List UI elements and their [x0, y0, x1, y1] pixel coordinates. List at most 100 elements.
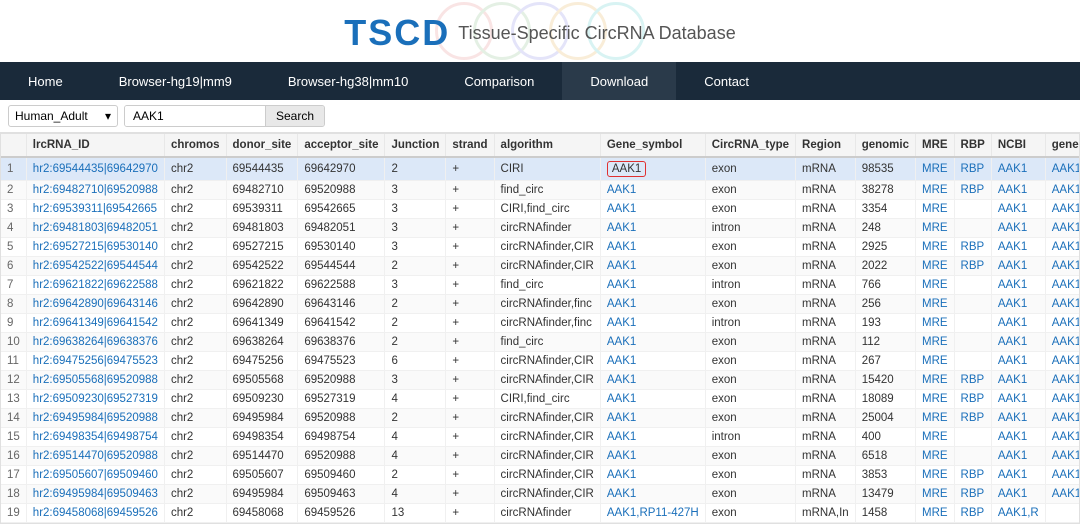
mre-link[interactable]: MRE	[915, 295, 954, 314]
circ-id[interactable]: hr2:69539311|69542665	[26, 200, 164, 219]
mre-link[interactable]: MRE	[915, 314, 954, 333]
circ-id[interactable]: hr2:69475256|69475523	[26, 352, 164, 371]
rbp-link[interactable]: RBP	[954, 390, 991, 409]
circ-id[interactable]: hr2:69527215|69530140	[26, 238, 164, 257]
rbp-link[interactable]: RBP	[954, 504, 991, 523]
genecards-link[interactable]: AAK1	[1045, 352, 1080, 371]
mre-link[interactable]: MRE	[915, 485, 954, 504]
circ-id[interactable]: hr2:69638264|69638376	[26, 333, 164, 352]
rbp-link[interactable]: RBP	[954, 409, 991, 428]
rbp-link[interactable]: RBP	[954, 181, 991, 200]
ncbi-link[interactable]: AAK1	[991, 157, 1045, 181]
ncbi-link[interactable]: AAK1	[991, 295, 1045, 314]
gene-symbol-link[interactable]: AAK1	[607, 222, 636, 234]
rbp-link[interactable]: RBP	[954, 257, 991, 276]
genecards-link[interactable]: AAK1	[1045, 157, 1080, 181]
rbp-link[interactable]: RBP	[954, 371, 991, 390]
gene-symbol[interactable]: AAK1	[600, 219, 705, 238]
gene-symbol[interactable]: AAK1	[600, 371, 705, 390]
ncbi-link[interactable]: AAK1,R	[991, 504, 1045, 523]
circ-id[interactable]: hr2:69509230|69527319	[26, 390, 164, 409]
rbp-link[interactable]	[954, 276, 991, 295]
rbp-link[interactable]	[954, 428, 991, 447]
mre-link[interactable]: MRE	[915, 466, 954, 485]
mre-link[interactable]: MRE	[915, 157, 954, 181]
ncbi-link[interactable]: AAK1	[991, 371, 1045, 390]
genecards-link[interactable]: AAK1	[1045, 238, 1080, 257]
gene-symbol-link[interactable]: AAK1	[607, 374, 636, 386]
gene-symbol-link[interactable]: AAK1	[607, 469, 636, 481]
gene-symbol-link[interactable]: AAK1	[607, 279, 636, 291]
gene-symbol-link[interactable]: AAK1	[607, 260, 636, 272]
gene-symbol-link[interactable]: AAK1	[607, 184, 636, 196]
gene-symbol[interactable]: AAK1	[600, 181, 705, 200]
circ-id[interactable]: hr2:69482710|69520988	[26, 181, 164, 200]
gene-symbol[interactable]: AAK1	[600, 257, 705, 276]
genecards-link[interactable]: AAK1	[1045, 295, 1080, 314]
ncbi-link[interactable]: AAK1	[991, 333, 1045, 352]
search-button[interactable]: Search	[265, 106, 324, 126]
mre-link[interactable]: MRE	[915, 333, 954, 352]
ncbi-link[interactable]: AAK1	[991, 447, 1045, 466]
mre-link[interactable]: MRE	[915, 409, 954, 428]
rbp-link[interactable]	[954, 333, 991, 352]
ncbi-link[interactable]: AAK1	[991, 409, 1045, 428]
mre-link[interactable]: MRE	[915, 428, 954, 447]
ncbi-link[interactable]: AAK1	[991, 200, 1045, 219]
mre-link[interactable]: MRE	[915, 276, 954, 295]
gene-symbol[interactable]: AAK1	[600, 276, 705, 295]
nav-download[interactable]: Download	[562, 62, 676, 100]
genecards-link[interactable]: AAK1	[1045, 447, 1080, 466]
circ-id[interactable]: hr2:69621822|69622588	[26, 276, 164, 295]
mre-link[interactable]: MRE	[915, 371, 954, 390]
circ-id[interactable]: hr2:69481803|69482051	[26, 219, 164, 238]
rbp-link[interactable]	[954, 314, 991, 333]
gene-symbol-link[interactable]: AAK1	[607, 355, 636, 367]
gene-symbol-link[interactable]: AAK1	[607, 336, 636, 348]
rbp-link[interactable]	[954, 200, 991, 219]
ncbi-link[interactable]: AAK1	[991, 238, 1045, 257]
gene-symbol-link[interactable]: AAK1,RP11-427H	[607, 507, 699, 519]
genecards-link[interactable]: AAK1	[1045, 390, 1080, 409]
gene-symbol[interactable]: AAK1	[600, 238, 705, 257]
search-input[interactable]	[125, 106, 265, 126]
circ-id[interactable]: hr2:69498354|69498754	[26, 428, 164, 447]
gene-symbol[interactable]: AAK1	[600, 466, 705, 485]
genecards-link[interactable]: AAK1	[1045, 409, 1080, 428]
ncbi-link[interactable]: AAK1	[991, 466, 1045, 485]
genecards-link[interactable]: AAK1	[1045, 333, 1080, 352]
gene-symbol-link[interactable]: AAK1	[607, 488, 636, 500]
rbp-link[interactable]	[954, 219, 991, 238]
gene-symbol-link[interactable]: AAK1	[607, 412, 636, 424]
genecards-link[interactable]: AAK1	[1045, 257, 1080, 276]
ncbi-link[interactable]: AAK1	[991, 181, 1045, 200]
gene-symbol-link[interactable]: AAK1	[607, 203, 636, 215]
rbp-link[interactable]	[954, 295, 991, 314]
ncbi-link[interactable]: AAK1	[991, 314, 1045, 333]
gene-symbol[interactable]: AAK1	[600, 295, 705, 314]
genecards-link[interactable]: AAK1	[1045, 466, 1080, 485]
ncbi-link[interactable]: AAK1	[991, 485, 1045, 504]
ncbi-link[interactable]: AAK1	[991, 257, 1045, 276]
ncbi-link[interactable]: AAK1	[991, 276, 1045, 295]
circ-id[interactable]: hr2:69495984|69509463	[26, 485, 164, 504]
nav-comparison[interactable]: Comparison	[436, 62, 562, 100]
gene-symbol[interactable]: AAK1	[600, 157, 705, 181]
ncbi-link[interactable]: AAK1	[991, 219, 1045, 238]
nav-home[interactable]: Home	[0, 62, 91, 100]
mre-link[interactable]: MRE	[915, 219, 954, 238]
genecards-link[interactable]	[1045, 504, 1080, 523]
gene-symbol-link[interactable]: AAK1	[607, 393, 636, 405]
genecards-link[interactable]: AAK1	[1045, 181, 1080, 200]
circ-id[interactable]: hr2:69458068|69459526	[26, 504, 164, 523]
circ-id[interactable]: hr2:69505607|69509460	[26, 466, 164, 485]
gene-symbol[interactable]: AAK1	[600, 390, 705, 409]
ncbi-link[interactable]: AAK1	[991, 428, 1045, 447]
mre-link[interactable]: MRE	[915, 238, 954, 257]
gene-symbol-link[interactable]: AAK1	[607, 450, 636, 462]
rbp-link[interactable]: RBP	[954, 485, 991, 504]
gene-symbol[interactable]: AAK1	[600, 428, 705, 447]
rbp-link[interactable]	[954, 352, 991, 371]
genecards-link[interactable]: AAK1	[1045, 485, 1080, 504]
gene-symbol[interactable]: AAK1	[600, 200, 705, 219]
